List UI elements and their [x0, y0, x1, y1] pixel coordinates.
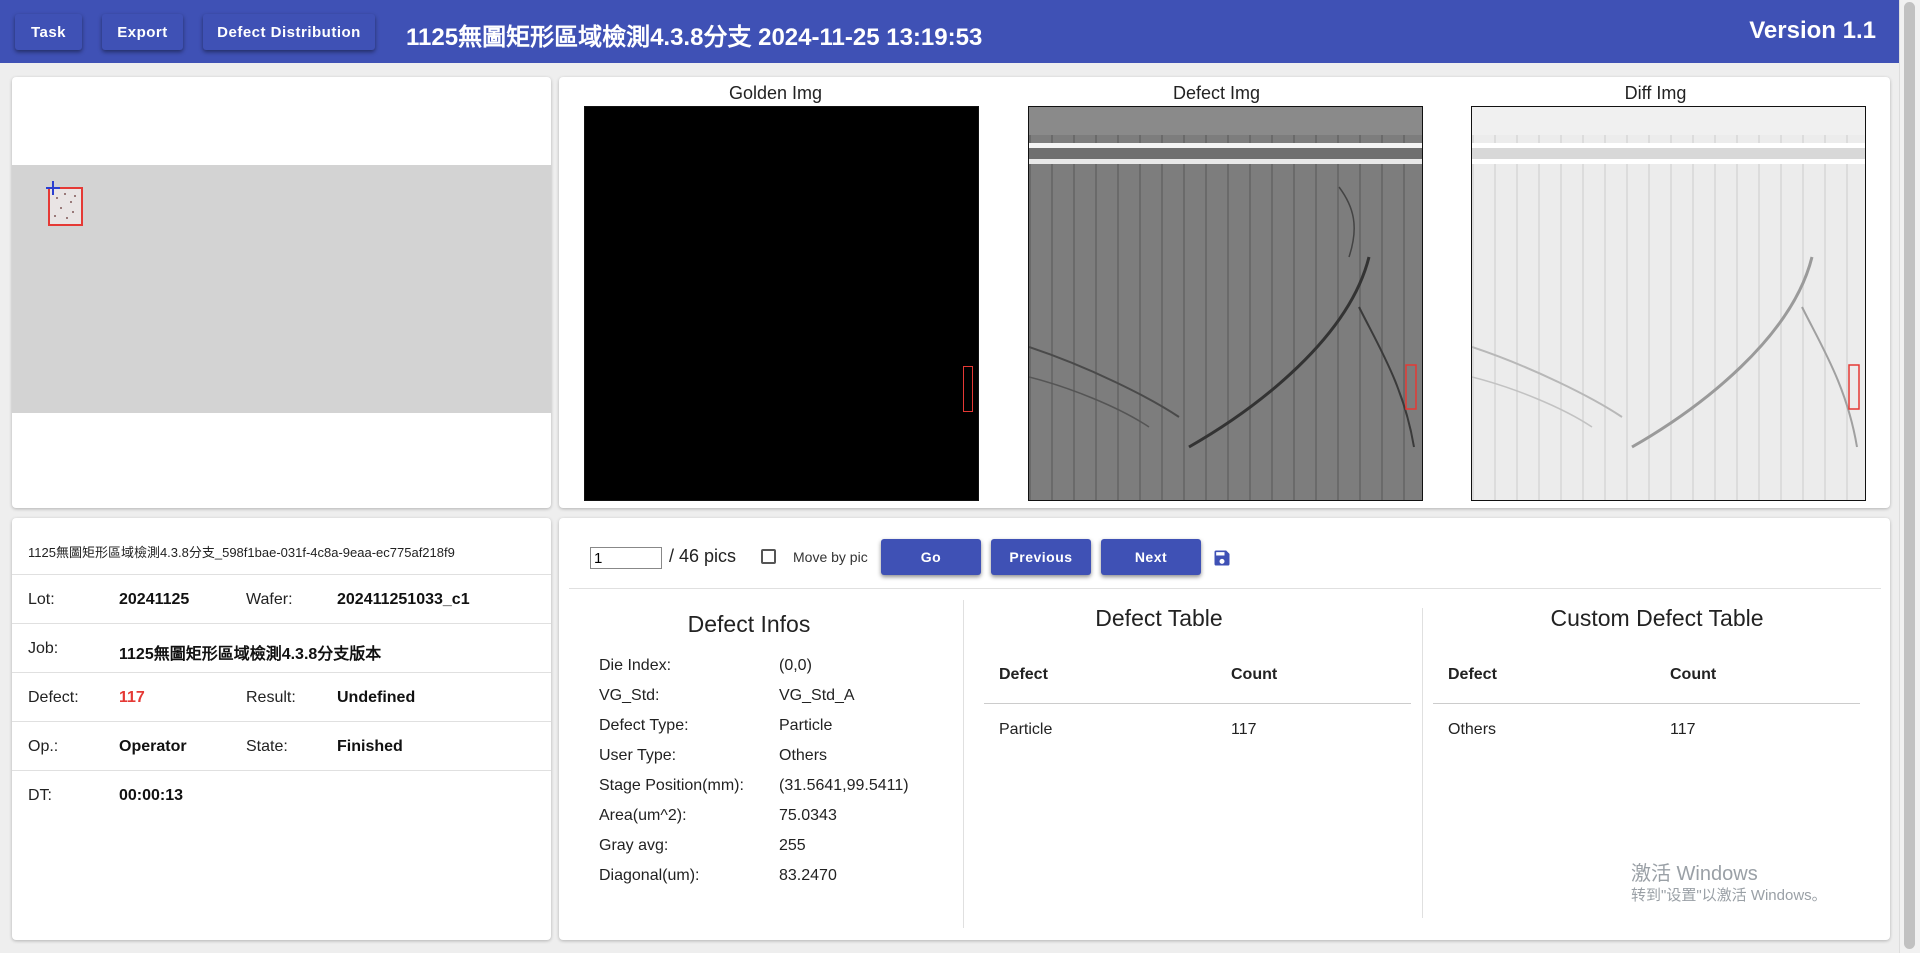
- defect-image-graphic: [1029, 107, 1422, 500]
- defect-table-col-defect: Defect: [999, 666, 1048, 683]
- gray-avg-label: Gray avg:: [599, 837, 669, 854]
- defect-img-title: Defect Img: [1172, 83, 1261, 103]
- defect-image[interactable]: [1028, 106, 1423, 501]
- vg-std-value: VG_Std_A: [779, 687, 855, 704]
- next-button[interactable]: Next: [1101, 539, 1201, 575]
- defect-table-header-line: [984, 703, 1411, 704]
- section-divider: [963, 600, 964, 928]
- windows-activation-watermark-title: 激活 Windows: [1631, 863, 1758, 885]
- gray-avg-value: 255: [779, 837, 806, 854]
- defect-type-value: Particle: [779, 717, 833, 734]
- diagonal-value: 83.2470: [779, 867, 837, 884]
- defect-roi-box: [963, 366, 973, 412]
- defect-label: Defect:: [28, 689, 79, 706]
- controls-divider: [569, 588, 1881, 589]
- version-label: Version 1.1: [1749, 17, 1876, 44]
- area-value: 75.0343: [779, 807, 837, 824]
- wafer-map-panel: [12, 77, 551, 508]
- vg-std-label: VG_Std:: [599, 687, 660, 704]
- previous-button[interactable]: Previous: [991, 539, 1091, 575]
- defect-table-cell-count: 117: [1231, 721, 1257, 738]
- custom-defect-table-title: Custom Defect Table: [1550, 605, 1764, 631]
- user-type-value: Others: [779, 747, 828, 764]
- diff-image[interactable]: [1471, 106, 1866, 501]
- custom-table-cell-defect: Others: [1448, 721, 1497, 738]
- custom-table-col-defect: Defect: [1448, 666, 1497, 683]
- info-row-job: Job: 1125無圖矩形區域檢測4.3.8分支版本: [12, 623, 551, 673]
- state-label: State:: [246, 738, 288, 755]
- diff-image-graphic: [1472, 107, 1865, 500]
- info-row-op: Op.: Operator State: Finished: [12, 721, 551, 771]
- golden-image[interactable]: [584, 106, 979, 501]
- page-title: 1125無圖矩形區域檢測4.3.8分支 2024-11-25 13:19:53: [406, 24, 983, 51]
- lot-label: Lot:: [28, 591, 55, 608]
- save-icon[interactable]: [1212, 548, 1232, 568]
- image-panel: Golden Img Defect Img Diff Img: [559, 77, 1890, 508]
- defect-distribution-button[interactable]: Defect Distribution: [203, 14, 375, 50]
- vertical-scrollbar[interactable]: [1899, 0, 1920, 953]
- defect-table-col-count: Count: [1231, 666, 1278, 683]
- result-value: Undefined: [337, 689, 416, 706]
- custom-table-cell-count: 117: [1670, 721, 1696, 738]
- position-cross-hline: [46, 187, 60, 189]
- wafer-label: Wafer:: [246, 591, 293, 608]
- task-info-panel: 1125無圖矩形區域檢測4.3.8分支_598f1bae-031f-4c8a-9…: [12, 518, 551, 940]
- info-row-lot: Lot: 20241125 Wafer: 202411251033_c1: [12, 574, 551, 624]
- app-header: Task Export Defect Distribution 1125無圖矩形…: [0, 0, 1900, 63]
- scrollbar-thumb[interactable]: [1904, 2, 1915, 949]
- diff-img-title: Diff Img: [1624, 83, 1687, 103]
- wafer-map[interactable]: [12, 165, 551, 413]
- task-name: 1125無圖矩形區域檢測4.3.8分支_598f1bae-031f-4c8a-9…: [28, 545, 455, 560]
- op-label: Op.:: [28, 738, 59, 755]
- job-label: Job:: [28, 640, 59, 657]
- task-button[interactable]: Task: [15, 14, 82, 50]
- defect-count-value: 117: [119, 689, 145, 706]
- export-button[interactable]: Export: [102, 14, 183, 50]
- area-label: Area(um^2):: [599, 807, 687, 824]
- wafer-value: 202411251033_c1: [337, 591, 470, 608]
- dt-value: 00:00:13: [119, 787, 184, 804]
- golden-img-title: Golden Img: [728, 83, 823, 103]
- move-by-pic-label: Move by pic: [793, 549, 868, 565]
- move-by-pic-checkbox[interactable]: [761, 549, 776, 564]
- info-row-defect: Defect: 117 Result: Undefined: [12, 672, 551, 722]
- die-index-value: (0,0): [779, 657, 812, 674]
- job-value: 1125無圖矩形區域檢測4.3.8分支版本: [119, 646, 382, 663]
- user-type-label: User Type:: [599, 747, 677, 764]
- lot-value: 20241125: [119, 591, 190, 608]
- op-value: Operator: [119, 738, 187, 755]
- custom-table-col-count: Count: [1670, 666, 1717, 683]
- go-button[interactable]: Go: [881, 539, 981, 575]
- defect-table-cell-defect: Particle: [999, 721, 1053, 738]
- defect-type-label: Defect Type:: [599, 717, 689, 734]
- windows-activation-watermark-text: 转到"设置"以激活 Windows。: [1631, 887, 1827, 904]
- die-index-label: Die Index:: [599, 657, 672, 674]
- stage-position-value: (31.5641,99.5411): [779, 777, 909, 794]
- page-number-input[interactable]: [590, 547, 662, 569]
- diagonal-label: Diagonal(um):: [599, 867, 700, 884]
- defect-table-title: Defect Table: [1095, 605, 1223, 631]
- custom-table-header-line: [1433, 703, 1860, 704]
- dt-label: DT:: [28, 787, 52, 804]
- total-pics-label: / 46 pics: [669, 546, 737, 566]
- defect-infos-title: Defect Infos: [687, 611, 811, 637]
- stage-position-label: Stage Position(mm):: [599, 777, 744, 794]
- state-value: Finished: [337, 738, 403, 755]
- result-label: Result:: [246, 689, 296, 706]
- table-divider: [1422, 608, 1423, 918]
- info-row-dt: DT: 00:00:13: [12, 770, 551, 820]
